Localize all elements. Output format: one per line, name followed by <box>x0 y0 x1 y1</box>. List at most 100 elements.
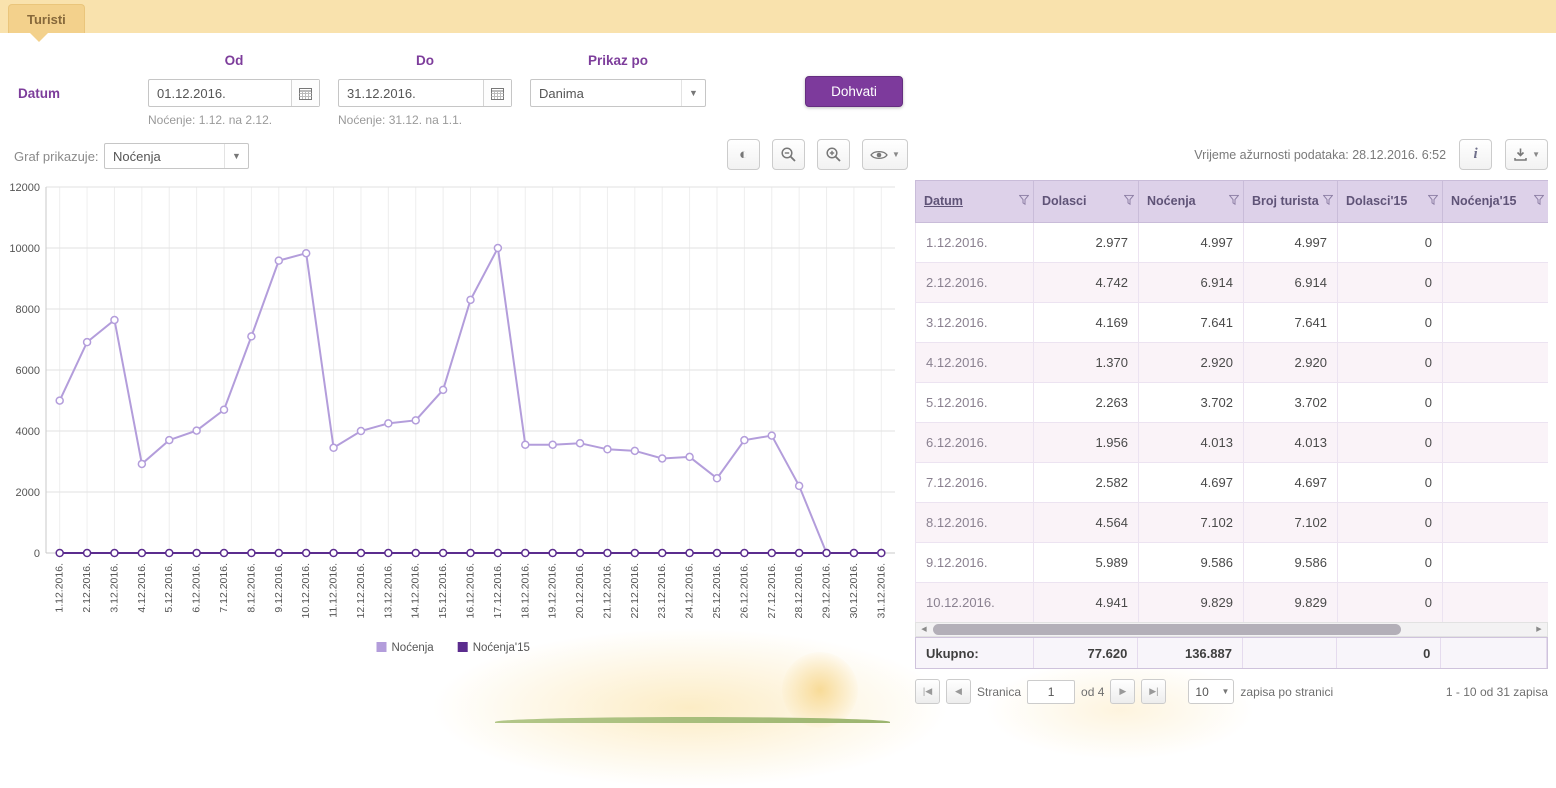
column-header-broj-turista[interactable]: Broj turista <box>1244 181 1338 223</box>
prev-page-icon: ◀ <box>955 686 962 697</box>
column-label: Noćenja'15 <box>1451 194 1517 208</box>
cell-value: 4.013 <box>1139 423 1244 463</box>
zoom-in-button[interactable] <box>817 139 850 170</box>
column-header-datum[interactable]: Datum <box>916 181 1034 223</box>
table-row[interactable]: 4.12.2016.1.3702.9202.9200 <box>916 343 1549 383</box>
last-page-button[interactable]: ▶| <box>1141 679 1166 704</box>
cell-value: 0 <box>1338 303 1443 343</box>
cell-value: 2.582 <box>1034 463 1139 503</box>
first-page-button[interactable]: |◀ <box>915 679 940 704</box>
column-header-no-enja-15[interactable]: Noćenja'15 <box>1443 181 1549 223</box>
zoom-out-button[interactable] <box>772 139 805 170</box>
scroll-left-icon[interactable]: ◀ <box>916 623 932 636</box>
table-row[interactable]: 7.12.2016.2.5824.6974.6970 <box>916 463 1549 503</box>
cell-value: 9.586 <box>1139 543 1244 583</box>
export-button[interactable]: ▼ <box>1505 139 1548 170</box>
cell-value: 0 <box>1338 383 1443 423</box>
cell-value: 7.641 <box>1139 303 1244 343</box>
cell-value: 2.977 <box>1034 223 1139 263</box>
toggle-theme-button[interactable]: ◐ <box>727 139 760 170</box>
cell-value <box>1443 383 1549 423</box>
page-size-select[interactable]: 10 ▼ <box>1188 679 1234 704</box>
totals-value: 0 <box>1337 638 1442 668</box>
horizontal-scrollbar[interactable]: ◀ ▶ <box>915 622 1548 637</box>
cell-value: 3.702 <box>1244 383 1338 423</box>
cell-value: 4.169 <box>1034 303 1139 343</box>
data-updated-text: Vrijeme ažurnosti podataka: 28.12.2016. … <box>1194 148 1446 162</box>
next-page-button[interactable]: ▶ <box>1110 679 1135 704</box>
table-row[interactable]: 9.12.2016.5.9899.5869.5860 <box>916 543 1549 583</box>
column-label: Broj turista <box>1252 194 1319 208</box>
tab-turisti-label: Turisti <box>27 12 66 27</box>
cell-value: 4.013 <box>1244 423 1338 463</box>
page-number-input[interactable] <box>1027 680 1075 704</box>
filter-icon[interactable] <box>1019 194 1029 208</box>
table-row[interactable]: 1.12.2016.2.9774.9974.9970 <box>916 223 1549 263</box>
tab-turisti[interactable]: Turisti <box>8 4 85 33</box>
column-header-dolasci-15[interactable]: Dolasci'15 <box>1338 181 1443 223</box>
cell-value: 9.586 <box>1244 543 1338 583</box>
cell-datum: 10.12.2016. <box>916 583 1034 623</box>
cell-value: 2.920 <box>1139 343 1244 383</box>
record-range-label: 1 - 10 od 31 zapisa <box>1446 685 1548 699</box>
scrollbar-thumb[interactable] <box>933 624 1401 635</box>
contrast-icon: ◐ <box>739 147 748 162</box>
prev-page-button[interactable]: ◀ <box>946 679 971 704</box>
scroll-right-icon[interactable]: ▶ <box>1531 623 1547 636</box>
info-icon: i <box>1473 146 1477 163</box>
cell-value: 0 <box>1338 223 1443 263</box>
column-label: Datum <box>924 194 963 208</box>
cell-value: 0 <box>1338 423 1443 463</box>
cell-value: 4.941 <box>1034 583 1139 623</box>
cell-value <box>1443 263 1549 303</box>
page-count-label: od 4 <box>1081 685 1104 699</box>
cell-value: 6.914 <box>1139 263 1244 303</box>
cell-value: 0 <box>1338 343 1443 383</box>
cell-value: 7.641 <box>1244 303 1338 343</box>
column-header-no-enja[interactable]: Noćenja <box>1139 181 1244 223</box>
totals-value <box>1243 638 1337 668</box>
chevron-down-icon: ▼ <box>1532 150 1540 159</box>
cell-value: 1.370 <box>1034 343 1139 383</box>
series-visibility-button[interactable]: ▼ <box>862 139 908 170</box>
filter-icon[interactable] <box>1124 194 1134 208</box>
cell-value: 0 <box>1338 583 1443 623</box>
per-page-label: zapisa po stranici <box>1240 685 1333 699</box>
filter-icon[interactable] <box>1323 194 1333 208</box>
data-table: Datum DolasciNoćenja Broj turista Dolasci'1… <box>915 180 1548 623</box>
table-row[interactable]: 6.12.2016.1.9564.0134.0130 <box>916 423 1549 463</box>
cell-value: 4.742 <box>1034 263 1139 303</box>
cell-value: 4.564 <box>1034 503 1139 543</box>
cell-value: 9.829 <box>1139 583 1244 623</box>
cell-datum: 9.12.2016. <box>916 543 1034 583</box>
cell-value: 5.989 <box>1034 543 1139 583</box>
totals-row: Ukupno:77.620136.8870 <box>915 637 1548 669</box>
table-row[interactable]: 3.12.2016.4.1697.6417.6410 <box>916 303 1549 343</box>
table-row[interactable]: 5.12.2016.2.2633.7023.7020 <box>916 383 1549 423</box>
zoom-out-icon <box>780 146 797 163</box>
cell-datum: 6.12.2016. <box>916 423 1034 463</box>
totals-value <box>1441 638 1547 668</box>
cell-value: 1.956 <box>1034 423 1139 463</box>
cell-value <box>1443 343 1549 383</box>
info-button[interactable]: i <box>1459 139 1492 170</box>
table-row[interactable]: 8.12.2016.4.5647.1027.1020 <box>916 503 1549 543</box>
cell-value: 4.997 <box>1139 223 1244 263</box>
cell-datum: 8.12.2016. <box>916 503 1034 543</box>
table-panel: Vrijeme ažurnosti podataka: 28.12.2016. … <box>0 0 1556 723</box>
chevron-down-icon: ▼ <box>892 150 900 159</box>
cell-datum: 5.12.2016. <box>916 383 1034 423</box>
column-header-dolasci[interactable]: Dolasci <box>1034 181 1139 223</box>
filter-icon[interactable] <box>1229 194 1239 208</box>
cell-value: 4.697 <box>1139 463 1244 503</box>
cell-value <box>1443 583 1549 623</box>
cell-value <box>1443 223 1549 263</box>
table-row[interactable]: 10.12.2016.4.9419.8299.8290 <box>916 583 1549 623</box>
data-table-container: Datum DolasciNoćenja Broj turista Dolasci'1… <box>915 180 1548 623</box>
last-page-icon: ▶| <box>1149 686 1158 697</box>
filter-icon[interactable] <box>1428 194 1438 208</box>
cell-datum: 2.12.2016. <box>916 263 1034 303</box>
table-row[interactable]: 2.12.2016.4.7426.9146.9140 <box>916 263 1549 303</box>
filter-icon[interactable] <box>1534 194 1544 208</box>
chevron-down-icon: ▼ <box>1221 687 1233 696</box>
